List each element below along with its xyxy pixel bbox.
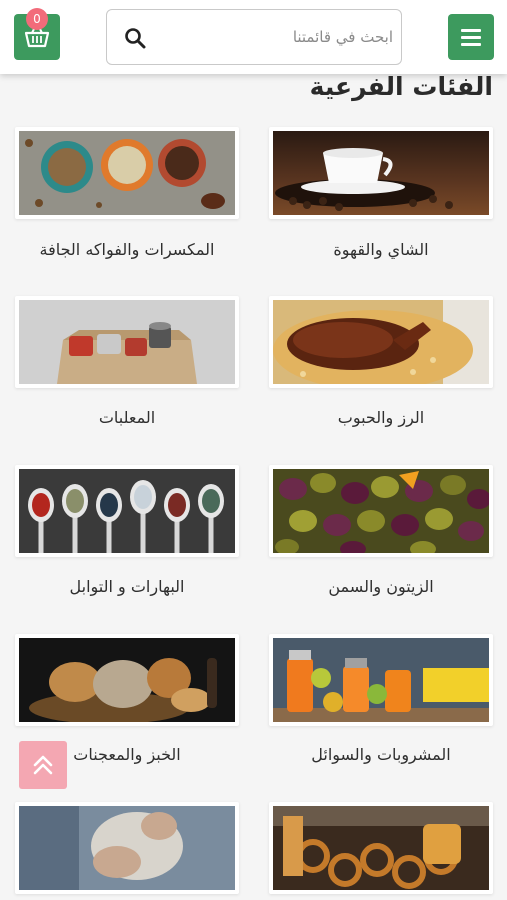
personal-care-image (19, 806, 235, 890)
category-card-canned-goods[interactable] (15, 296, 239, 388)
top-header: 0 (0, 0, 507, 74)
drinks-image (273, 638, 489, 722)
menu-button[interactable] (448, 14, 494, 60)
cart-count-badge: 0 (26, 8, 48, 30)
rice-image (273, 300, 489, 384)
tea-coffee-image (273, 131, 489, 215)
category-label[interactable]: المكسرات والفواكه الجافة (7, 240, 247, 259)
category-card-snacks[interactable] (269, 802, 493, 894)
spices-image (19, 469, 235, 553)
category-card-spices[interactable] (15, 465, 239, 557)
category-label[interactable]: الرز والحبوب (261, 408, 501, 427)
bread-image (19, 638, 235, 722)
category-card-rice-grains[interactable] (269, 296, 493, 388)
category-card-bread-pastries[interactable] (15, 634, 239, 726)
nuts-image (19, 131, 235, 215)
search-icon[interactable] (123, 26, 147, 50)
menu-icon-bar (461, 42, 481, 46)
search-input[interactable] (157, 10, 393, 64)
menu-icon-bar (461, 35, 481, 39)
category-label[interactable]: الشاي والقهوة (261, 240, 501, 259)
search-box (106, 9, 402, 65)
category-label[interactable]: المعلبات (7, 408, 247, 427)
category-card-drinks-liquids[interactable] (269, 634, 493, 726)
scroll-to-top-button[interactable] (19, 741, 67, 789)
category-card-olives-ghee[interactable] (269, 465, 493, 557)
chevron-double-up-icon (33, 755, 53, 775)
category-card-nuts-dried-fruits[interactable] (15, 127, 239, 219)
category-label[interactable]: البهارات و التوابل (7, 577, 247, 596)
category-card-tea-coffee[interactable] (269, 127, 493, 219)
snacks-image (273, 806, 489, 890)
category-card-personal-care[interactable] (15, 802, 239, 894)
page-title: الفئات الفرعية (309, 72, 493, 101)
olives-image (273, 469, 489, 553)
category-label[interactable]: المشروبات والسوائل (261, 745, 501, 764)
canned-goods-image (19, 300, 235, 384)
menu-icon-bar (461, 28, 481, 32)
category-label[interactable]: الزيتون والسمن (261, 577, 501, 596)
